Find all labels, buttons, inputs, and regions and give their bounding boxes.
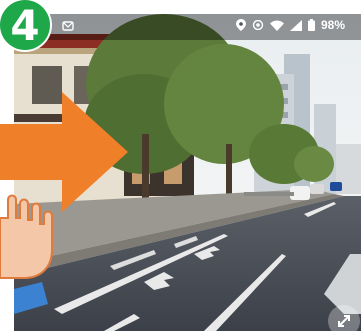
step-badge: 4 [0,0,50,50]
eye-icon [252,20,264,30]
notification-icon [62,21,74,31]
battery-icon [307,19,315,31]
location-icon [235,19,246,31]
status-bar: 1 98% [14,14,361,40]
signal-icon [289,19,302,31]
status-icons: 98% [235,18,345,32]
expand-icon [338,315,350,327]
expand-button[interactable] [328,305,360,331]
wifi-icon [269,20,284,31]
hand-pointer-icon [0,194,53,279]
battery-percent: 98% [320,18,345,32]
